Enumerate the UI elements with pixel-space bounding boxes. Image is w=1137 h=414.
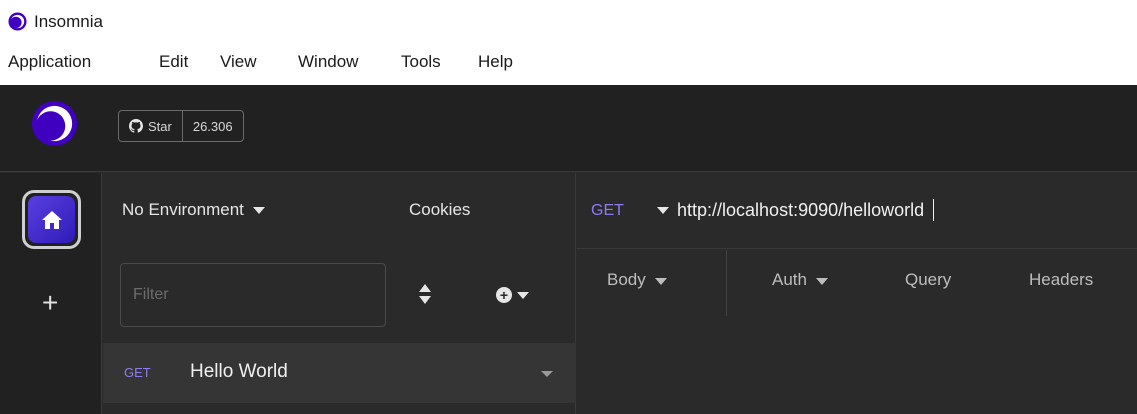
home-icon	[41, 210, 62, 229]
menu-tools[interactable]: Tools	[401, 52, 441, 72]
chevron-down-icon	[517, 291, 529, 299]
tab-body-label: Body	[607, 270, 646, 289]
tab-query[interactable]: Query	[905, 250, 951, 316]
window-title: Insomnia	[34, 12, 103, 31]
request-name: Hello World	[190, 361, 288, 382]
plus-icon[interactable]: +	[42, 289, 58, 317]
tab-divider	[726, 250, 727, 316]
environment-select[interactable]: No Environment	[122, 200, 265, 220]
environment-label: No Environment	[122, 200, 244, 219]
sidebar: No Environment Cookies + GET Hello World	[103, 173, 576, 414]
request-list-item[interactable]: GET Hello World	[103, 343, 576, 403]
app-header: Star 26.306	[0, 85, 1137, 172]
star-count[interactable]: 26.306	[183, 111, 243, 141]
menu-edit[interactable]: Edit	[159, 52, 188, 72]
chevron-down-icon	[252, 206, 265, 214]
url-bar: GET http://localhost:9090/helloworld	[577, 173, 1137, 249]
github-icon	[129, 119, 143, 133]
method-select[interactable]: GET	[591, 202, 624, 220]
menu-window[interactable]: Window	[298, 52, 358, 72]
menu-help[interactable]: Help	[478, 52, 513, 72]
window-titlebar: Insomnia	[0, 0, 1137, 42]
filter-input[interactable]	[120, 263, 386, 327]
insomnia-logo-icon[interactable]	[31, 100, 78, 147]
chevron-down-icon[interactable]	[657, 206, 669, 214]
cookies-button[interactable]: Cookies	[409, 200, 470, 220]
github-star-widget: Star 26.306	[118, 110, 244, 142]
tab-auth[interactable]: Auth	[772, 250, 828, 316]
tab-query-label: Query	[905, 270, 952, 289]
url-input[interactable]: http://localhost:9090/helloworld	[657, 192, 1127, 228]
tab-auth-label: Auth	[772, 270, 807, 289]
home-button-inner	[28, 196, 75, 243]
github-star-button[interactable]: Star	[119, 111, 183, 141]
chevron-down-icon[interactable]	[541, 371, 553, 377]
app-area: Star 26.306 + No Environment Cookies Fil…	[0, 85, 1137, 414]
add-request-dropdown[interactable]: +	[496, 287, 529, 303]
chevron-down-icon	[815, 278, 828, 285]
sort-icon[interactable]	[418, 282, 432, 306]
request-method-badge: GET	[124, 365, 151, 380]
menu-bar: Application Edit View Window Tools Help	[0, 42, 1137, 85]
menu-application[interactable]: Application	[8, 52, 91, 72]
star-label: Star	[148, 118, 172, 134]
home-button[interactable]	[22, 190, 81, 249]
tab-body[interactable]: Body	[607, 250, 667, 316]
tab-headers[interactable]: Headers	[1029, 250, 1093, 316]
insomnia-logo-icon	[8, 12, 27, 31]
menu-view[interactable]: View	[220, 52, 257, 72]
url-text: http://localhost:9090/helloworld	[677, 199, 925, 220]
environment-row: No Environment Cookies	[103, 173, 576, 255]
tab-headers-label: Headers	[1029, 270, 1094, 289]
request-tabs: Body Auth Query Headers	[577, 250, 1137, 316]
chevron-down-icon	[654, 278, 667, 285]
text-cursor	[933, 199, 935, 221]
plus-circle-icon: +	[496, 287, 512, 303]
